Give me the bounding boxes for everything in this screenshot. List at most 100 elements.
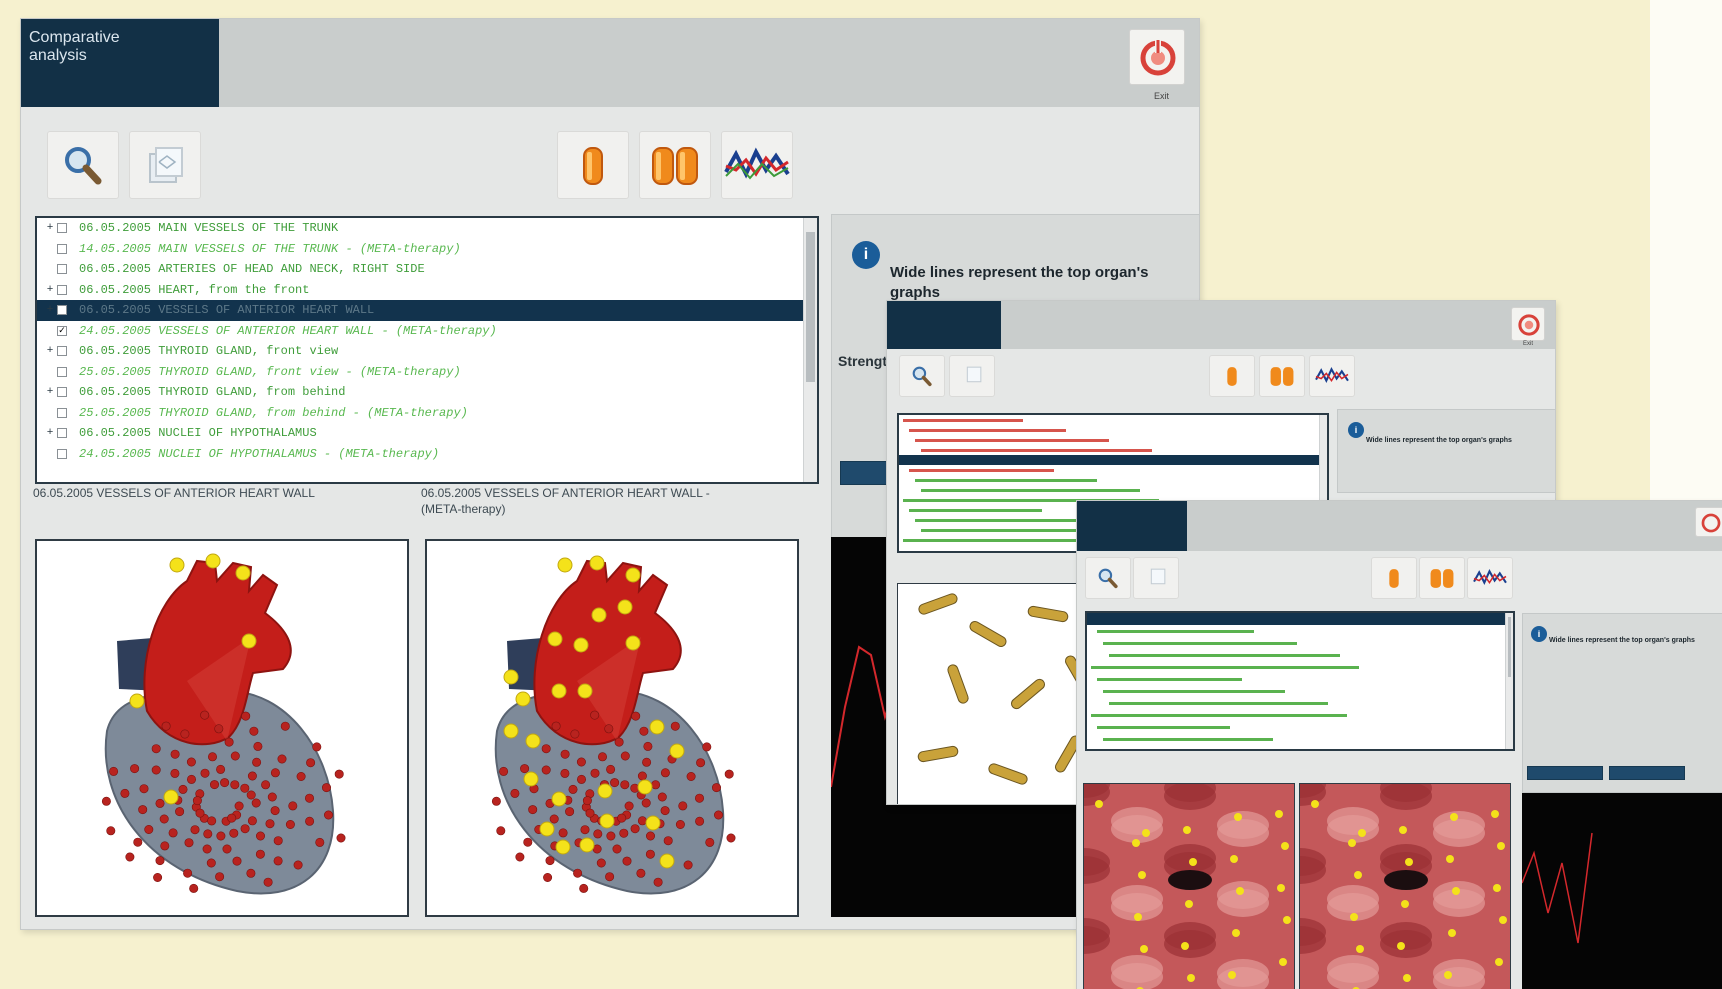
list-item[interactable] xyxy=(1087,709,1513,721)
list-item[interactable]: +06.05.2005 VESSELS OF ANTERIOR HEART WA… xyxy=(37,300,817,321)
list-item-checkbox[interactable] xyxy=(57,305,67,316)
single-organ-button[interactable] xyxy=(557,131,629,199)
measurement-point[interactable] xyxy=(625,567,641,583)
list-item[interactable]: +06.05.2005 MAIN VESSELS OF THE TRUNK xyxy=(37,218,817,239)
list-scrollbar[interactable] xyxy=(1505,613,1513,749)
measurement-point[interactable] xyxy=(1140,945,1148,953)
measurement-point[interactable] xyxy=(1283,916,1291,924)
analysis-list[interactable]: +06.05.2005 MAIN VESSELS OF THE TRUNK 14.… xyxy=(35,216,819,484)
list-item-checkbox[interactable] xyxy=(57,223,67,234)
measurement-point[interactable] xyxy=(503,669,519,685)
dual-organ-button[interactable] xyxy=(1419,557,1465,599)
search-button[interactable] xyxy=(47,131,119,199)
measurement-point[interactable] xyxy=(1399,826,1407,834)
list-scrollbar-thumb[interactable] xyxy=(1508,617,1511,677)
list-item[interactable]: 25.05.2005 THYROID GLAND, front view - (… xyxy=(37,362,817,383)
measurement-point[interactable] xyxy=(163,789,179,805)
measurement-point[interactable] xyxy=(1138,871,1146,879)
measurement-point[interactable] xyxy=(599,813,615,829)
measurement-point[interactable] xyxy=(1236,887,1244,895)
list-item[interactable]: 25.05.2005 THYROID GLAND, from behind - … xyxy=(37,403,817,424)
right-tissue-viewer[interactable] xyxy=(1299,783,1511,989)
measurement-point[interactable] xyxy=(1450,813,1458,821)
measurement-point[interactable] xyxy=(1311,800,1319,808)
measurement-point[interactable] xyxy=(1228,971,1236,979)
list-scrollbar[interactable] xyxy=(803,218,817,482)
measurement-point[interactable] xyxy=(669,743,685,759)
measurement-point[interactable] xyxy=(1497,842,1505,850)
analysis-list[interactable] xyxy=(1085,611,1515,751)
measurement-point[interactable] xyxy=(555,839,571,855)
measurement-point[interactable] xyxy=(1493,884,1501,892)
measurement-point[interactable] xyxy=(1232,929,1240,937)
graph-mode-button-2[interactable] xyxy=(1609,766,1685,780)
list-item[interactable]: +06.05.2005 HEART, from the front xyxy=(37,280,817,301)
right-organ-viewer[interactable] xyxy=(425,539,799,917)
list-item[interactable]: 06.05.2005 ARTERIES OF HEAD AND NECK, RI… xyxy=(37,259,817,280)
measurement-point[interactable] xyxy=(1281,842,1289,850)
measurement-point[interactable] xyxy=(1448,929,1456,937)
measurement-point[interactable] xyxy=(525,733,541,749)
list-item[interactable] xyxy=(1087,721,1513,733)
measurement-point[interactable] xyxy=(1185,900,1193,908)
list-item[interactable] xyxy=(899,475,1327,485)
measurement-point[interactable] xyxy=(169,557,185,573)
measurement-point[interactable] xyxy=(1354,871,1362,879)
exit-button[interactable] xyxy=(1129,29,1185,85)
measurement-point[interactable] xyxy=(1230,855,1238,863)
list-item-checkbox[interactable] xyxy=(57,264,67,275)
graph-overlay-button[interactable] xyxy=(1309,355,1355,397)
measurement-point[interactable] xyxy=(1403,974,1411,982)
list-item-checkbox[interactable] xyxy=(57,346,67,357)
measurement-point[interactable] xyxy=(649,719,665,735)
list-scrollbar-thumb[interactable] xyxy=(806,232,815,382)
measurement-point[interactable] xyxy=(1452,887,1460,895)
measurement-point[interactable] xyxy=(1189,858,1197,866)
list-item[interactable] xyxy=(1087,697,1513,709)
measurement-point[interactable] xyxy=(1275,810,1283,818)
expand-toggle[interactable]: + xyxy=(43,423,57,443)
list-item[interactable] xyxy=(1087,673,1513,685)
list-item-checkbox[interactable] xyxy=(57,366,67,377)
list-item-checkbox[interactable] xyxy=(57,407,67,418)
measurement-point[interactable] xyxy=(1279,958,1287,966)
graph-overlay-button[interactable] xyxy=(721,131,793,199)
expand-toggle[interactable]: + xyxy=(43,382,57,402)
list-item[interactable] xyxy=(1087,685,1513,697)
list-item-checkbox[interactable]: ✓ xyxy=(57,325,67,336)
graph-overlay-button[interactable] xyxy=(1467,557,1513,599)
exit-button[interactable] xyxy=(1511,307,1545,341)
list-item[interactable] xyxy=(1087,613,1513,625)
expand-toggle[interactable]: + xyxy=(43,341,57,361)
single-organ-button[interactable] xyxy=(1371,557,1417,599)
list-item[interactable]: ✓ 24.05.2005 VESSELS OF ANTERIOR HEART WA… xyxy=(37,321,817,342)
dual-organ-button[interactable] xyxy=(1259,355,1305,397)
measurement-point[interactable] xyxy=(235,565,251,581)
list-item[interactable] xyxy=(1087,661,1513,673)
list-item[interactable] xyxy=(1087,625,1513,637)
measurement-point[interactable] xyxy=(503,723,519,739)
copy-button[interactable] xyxy=(1133,557,1179,599)
measurement-point[interactable] xyxy=(1446,855,1454,863)
list-item[interactable]: 14.05.2005 MAIN VESSELS OF THE TRUNK - (… xyxy=(37,239,817,260)
measurement-point[interactable] xyxy=(1358,829,1366,837)
measurement-point[interactable] xyxy=(579,837,595,853)
measurement-point[interactable] xyxy=(515,691,531,707)
measurement-point[interactable] xyxy=(1495,958,1503,966)
list-item[interactable]: 24.05.2005 NUCLEI OF HYPOTHALAMUS - (MET… xyxy=(37,444,817,465)
measurement-point[interactable] xyxy=(1401,900,1409,908)
list-item[interactable] xyxy=(1087,637,1513,649)
measurement-point[interactable] xyxy=(539,821,555,837)
measurement-point[interactable] xyxy=(625,635,641,651)
measurement-point[interactable] xyxy=(241,633,257,649)
organ-viewer[interactable] xyxy=(897,583,1097,804)
list-item-checkbox[interactable] xyxy=(57,428,67,439)
measurement-point[interactable] xyxy=(1277,884,1285,892)
measurement-point[interactable] xyxy=(551,791,567,807)
measurement-point[interactable] xyxy=(523,771,539,787)
list-item-checkbox[interactable] xyxy=(57,448,67,459)
measurement-point[interactable] xyxy=(551,683,567,699)
measurement-point[interactable] xyxy=(547,631,563,647)
list-item-checkbox[interactable] xyxy=(57,243,67,254)
list-item[interactable] xyxy=(899,435,1327,445)
